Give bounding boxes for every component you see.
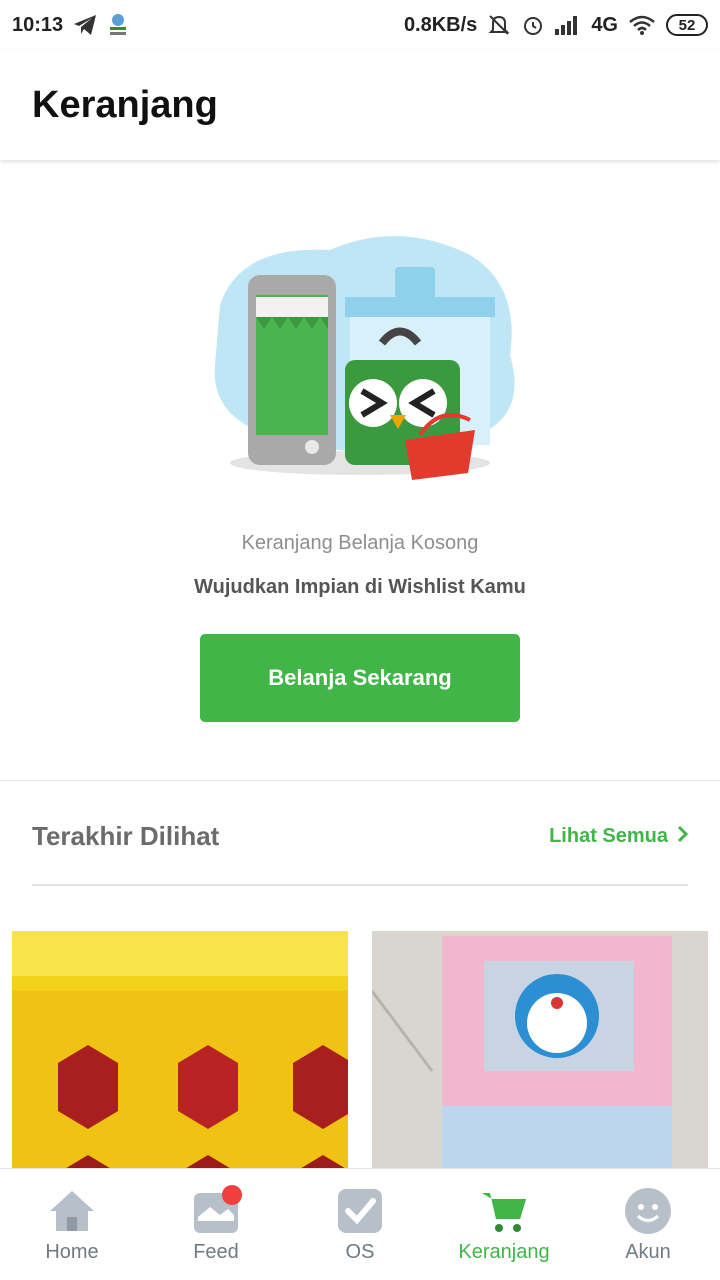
- home-icon: [46, 1185, 98, 1237]
- nav-label-account: Akun: [625, 1241, 671, 1263]
- page-title: Keranjang: [32, 83, 218, 126]
- network-speed: 0.8KB/s: [403, 13, 478, 36]
- feed-icon: [190, 1185, 242, 1237]
- nav-home[interactable]: Home: [0, 1169, 144, 1280]
- divider: [32, 884, 688, 886]
- empty-cart-title: Keranjang Belanja Kosong: [241, 532, 479, 554]
- see-all-label: Lihat Semua: [549, 825, 668, 847]
- product-image: [12, 931, 348, 1171]
- recently-viewed-section: Terakhir Dilihat Lihat Semua: [0, 780, 720, 1180]
- weather-app-icon: [107, 13, 129, 37]
- empty-cart-illustration: [200, 225, 520, 495]
- nav-label-home: Home: [45, 1241, 99, 1263]
- shop-now-button[interactable]: Belanja Sekarang: [200, 634, 520, 722]
- nav-label-cart: Keranjang: [458, 1241, 550, 1263]
- alarm-icon: [521, 13, 545, 37]
- cart-icon: [478, 1185, 530, 1237]
- chevron-right-icon: [676, 825, 689, 849]
- nav-account[interactable]: Akun: [576, 1169, 720, 1280]
- recent-product-card[interactable]: [372, 931, 708, 1171]
- empty-cart-subtitle: Wujudkan Impian di Wishlist Kamu: [194, 576, 526, 598]
- mute-icon: [487, 13, 511, 37]
- status-time: 10:13: [12, 13, 64, 36]
- bottom-navigation: Home Feed OS Keranjang Akun: [0, 1168, 720, 1280]
- status-bar: 10:13 0.8KB/s 4G 52: [0, 0, 720, 50]
- recently-viewed-header: Terakhir Dilihat Lihat Semua: [32, 821, 689, 852]
- nav-label-os: OS: [345, 1241, 375, 1263]
- recent-product-card[interactable]: [12, 931, 348, 1171]
- nav-label-feed: Feed: [193, 1241, 239, 1263]
- telegram-icon: [73, 14, 97, 36]
- network-type: 4G: [591, 13, 618, 36]
- signal-icon: [555, 15, 581, 35]
- notification-badge: [222, 1185, 242, 1205]
- nav-feed[interactable]: Feed: [144, 1169, 288, 1280]
- nav-official-store[interactable]: OS: [288, 1169, 432, 1280]
- nav-cart[interactable]: Keranjang: [432, 1169, 576, 1280]
- official-store-icon: [334, 1185, 386, 1237]
- recently-viewed-title: Terakhir Dilihat: [32, 821, 220, 851]
- see-all-link[interactable]: Lihat Semua: [549, 825, 689, 849]
- battery-indicator: 52: [666, 14, 708, 36]
- product-image: [372, 931, 708, 1171]
- wifi-icon: [628, 14, 656, 36]
- account-icon: [622, 1185, 674, 1237]
- app-bar: Keranjang: [0, 50, 720, 160]
